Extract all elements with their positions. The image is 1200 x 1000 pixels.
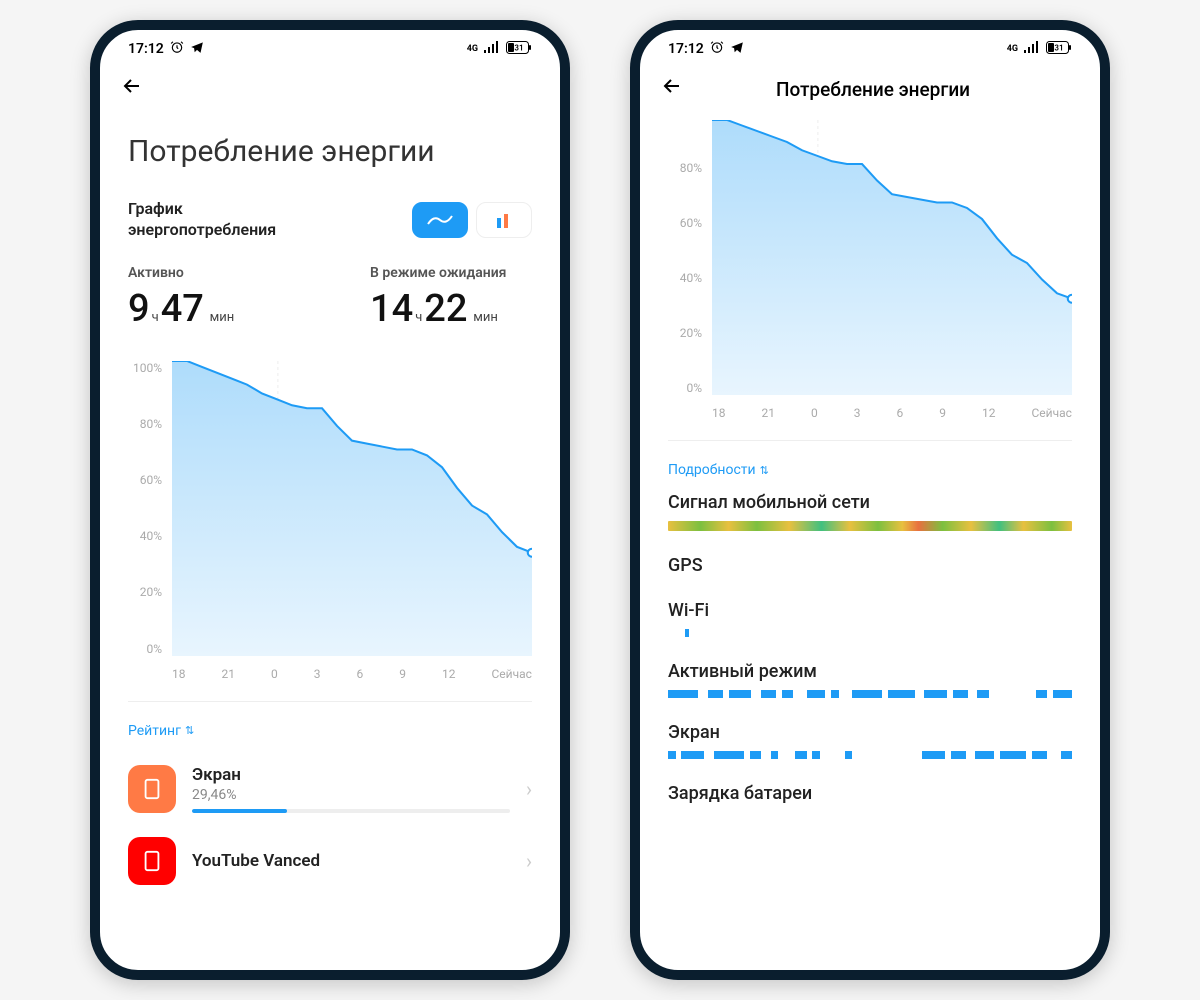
status-time: 17:12 xyxy=(668,41,704,57)
activity-bar xyxy=(668,690,1072,698)
sort-icon: ⇅ xyxy=(760,464,769,477)
detail-title: GPS xyxy=(668,555,1072,576)
sort-icon: ⇅ xyxy=(185,724,194,737)
detail-section: Активный режим xyxy=(668,661,1072,698)
app-info: YouTube Vanced xyxy=(192,851,510,871)
page-title: Потребление энергии xyxy=(128,134,532,169)
header xyxy=(100,62,560,116)
battery-icon: 31 xyxy=(1046,41,1072,58)
detail-section: Сигнал мобильной сети xyxy=(668,492,1072,531)
app-name: Экран xyxy=(192,765,510,785)
details-link[interactable]: Подробности ⇅ xyxy=(668,462,769,478)
detail-title: Зарядка батареи xyxy=(668,783,1072,804)
stat-active-value: 9ч47 мин xyxy=(128,287,290,331)
phone-right: 17:12 4G 31 Потребление энергии xyxy=(630,20,1110,980)
alarm-icon xyxy=(710,40,724,58)
chart-x-axis: 18 21 0 3 6 9 12 Сейчас xyxy=(172,667,532,681)
toggle-bar-chart[interactable] xyxy=(476,202,532,238)
divider xyxy=(128,701,532,702)
app-icon xyxy=(128,765,176,813)
app-icon xyxy=(128,837,176,885)
status-bar: 17:12 4G 31 xyxy=(640,30,1100,62)
chevron-right-icon: › xyxy=(526,849,532,873)
chart-plot xyxy=(712,120,1072,395)
battery-chart[interactable]: 80% 60% 40% 20% 0% 18 21 0 3 6 9 12 xyxy=(668,120,1072,420)
phone-left: 17:12 4G 31 Потребление энергии График э… xyxy=(90,20,570,980)
header: Потребление энергии xyxy=(640,62,1100,116)
app-row[interactable]: YouTube Vanced › xyxy=(128,825,532,897)
signal-4g-icon: 4G xyxy=(467,44,478,54)
battery-chart[interactable]: 100% 80% 60% 40% 20% 0% 18 21 0 3 6 xyxy=(128,361,532,681)
detail-section: Зарядка батареи xyxy=(668,783,1072,804)
telegram-icon xyxy=(190,40,204,58)
signal-strength-bar xyxy=(668,521,1072,531)
stats-row: Активно 9ч47 мин В режиме ожидания 14ч22… xyxy=(128,265,532,331)
detail-section: Wi-Fi xyxy=(668,600,1072,637)
content-right[interactable]: 80% 60% 40% 20% 0% 18 21 0 3 6 9 12 xyxy=(640,116,1100,956)
toggle-line-chart[interactable] xyxy=(412,202,468,238)
app-name: YouTube Vanced xyxy=(192,851,510,871)
stat-active-label: Активно xyxy=(128,265,290,281)
detail-section: GPS xyxy=(668,555,1072,576)
battery-icon: 31 xyxy=(506,41,532,58)
header-title: Потребление энергии xyxy=(696,78,1050,101)
back-icon[interactable] xyxy=(660,74,684,104)
activity-bar xyxy=(668,751,1072,759)
alarm-icon xyxy=(170,40,184,58)
chevron-right-icon: › xyxy=(526,777,532,801)
telegram-icon xyxy=(730,40,744,58)
detail-section: Экран xyxy=(668,722,1072,759)
signal-4g-icon: 4G xyxy=(1007,44,1018,54)
signal-bars-icon xyxy=(1024,41,1040,57)
divider xyxy=(668,440,1072,441)
app-info: Экран 29,46% xyxy=(192,765,510,813)
status-bar: 17:12 4G 31 xyxy=(100,30,560,62)
rating-link[interactable]: Рейтинг ⇅ xyxy=(128,723,194,739)
activity-bar xyxy=(668,629,1072,637)
stat-idle-label: В режиме ожидания xyxy=(370,265,532,281)
chart-plot xyxy=(172,361,532,656)
chart-y-axis: 100% 80% 60% 40% 20% 0% xyxy=(128,361,168,656)
chart-header: График энергопотребления xyxy=(128,199,532,241)
detail-title: Экран xyxy=(668,722,1072,743)
stat-idle-value: 14ч22 мин xyxy=(370,287,532,331)
detail-title: Сигнал мобильной сети xyxy=(668,492,1072,513)
chart-y-axis: 80% 60% 40% 20% 0% xyxy=(668,120,708,395)
detail-title: Wi-Fi xyxy=(668,600,1072,621)
content-left[interactable]: Потребление энергии График энергопотребл… xyxy=(100,116,560,956)
detail-title: Активный режим xyxy=(668,661,1072,682)
chart-label: График энергопотребления xyxy=(128,199,276,241)
stat-active: Активно 9ч47 мин xyxy=(128,265,290,331)
chart-x-axis: 18 21 0 3 6 9 12 Сейчас xyxy=(712,406,1072,420)
svg-text:31: 31 xyxy=(514,43,523,52)
svg-text:31: 31 xyxy=(1054,43,1063,52)
back-icon[interactable] xyxy=(120,74,144,104)
chart-type-toggle xyxy=(412,202,532,238)
status-time: 17:12 xyxy=(128,41,164,57)
stat-idle: В режиме ожидания 14ч22 мин xyxy=(370,265,532,331)
app-usage-bar xyxy=(192,809,510,813)
app-percent: 29,46% xyxy=(192,787,510,803)
app-row[interactable]: Экран 29,46% › xyxy=(128,753,532,825)
signal-bars-icon xyxy=(484,41,500,57)
